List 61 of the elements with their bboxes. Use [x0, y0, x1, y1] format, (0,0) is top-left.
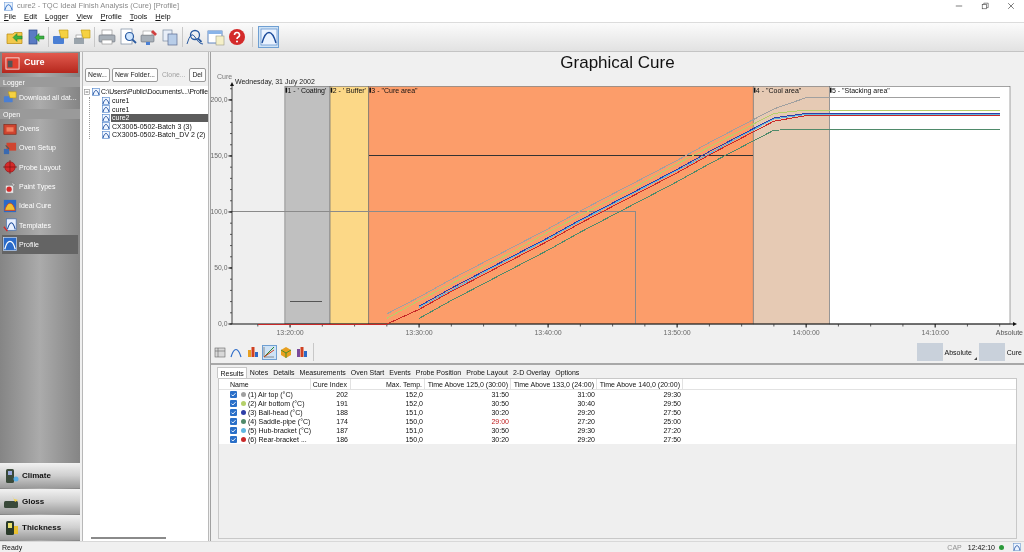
checkbox[interactable] [230, 427, 237, 434]
device-printer-icon [72, 28, 91, 46]
oven-tool-icon [3, 140, 17, 155]
curve-icon [1013, 543, 1021, 551]
restore-icon [981, 2, 989, 10]
checkbox[interactable] [230, 391, 237, 398]
module-button[interactable]: Thickness [0, 515, 80, 540]
logger-device-icon [51, 28, 70, 46]
window-document-icon [206, 28, 225, 46]
collapse-toggle-icon[interactable] [84, 89, 90, 96]
chart-tool-button[interactable] [294, 344, 310, 360]
copy-icon [160, 28, 179, 46]
magnifier-document-icon [118, 28, 137, 46]
app-curve-icon [4, 1, 13, 11]
blank-swatch-icon [916, 343, 943, 361]
crosshair-target-icon [3, 160, 17, 175]
corner-triangle-icon [973, 357, 977, 360]
grid-table-icon [213, 346, 226, 358]
toolbar-button[interactable] [226, 26, 247, 48]
close-icon [1007, 2, 1015, 10]
threshold-line [289, 301, 323, 303]
chart-tool-button[interactable] [245, 344, 260, 360]
chart-tool-button[interactable] [261, 344, 277, 360]
checkbox[interactable] [230, 409, 237, 416]
chart-title: Graphical Cure [560, 54, 675, 71]
toolbar-button[interactable] [25, 26, 46, 48]
template-curve-icon [3, 218, 17, 233]
zone-marker-icon [285, 87, 288, 93]
chart-tool-button[interactable] [278, 344, 293, 360]
printer-icon [97, 28, 116, 46]
line-chart-icon [263, 346, 275, 358]
minimize-icon [955, 2, 963, 10]
help-icon [227, 28, 246, 46]
curve-document-icon [92, 88, 100, 97]
module-header-button[interactable]: Cure [2, 53, 78, 73]
checkbox[interactable] [230, 400, 237, 407]
thickness-gauge-icon [3, 519, 19, 536]
scrollbar-thumb[interactable] [91, 537, 166, 539]
door-arrow-icon [26, 28, 45, 46]
curve-icon [230, 346, 242, 358]
checkbox[interactable] [230, 436, 237, 443]
printer-tool-icon [139, 28, 158, 46]
module-button[interactable]: Climate [0, 463, 80, 488]
handheld-meter-icon [3, 467, 19, 484]
magnifier-curve-icon [185, 28, 204, 46]
logger-device-icon [3, 90, 17, 104]
chart-tool-button[interactable] [212, 344, 227, 360]
oven-icon [3, 121, 17, 136]
bar-chart-icon [246, 346, 259, 358]
curve-icon [259, 28, 278, 46]
cube-icon [279, 346, 292, 358]
paint-can-icon [3, 179, 17, 194]
cure-module-icon [5, 55, 20, 71]
stacked-bar-icon [296, 346, 308, 358]
blank-swatch-icon [978, 343, 1005, 361]
toolbar-button[interactable] [117, 26, 138, 48]
checkbox[interactable] [230, 418, 237, 425]
curve-icon [3, 237, 17, 252]
toolbar-button[interactable] [258, 26, 279, 48]
module-button[interactable]: Gloss [0, 489, 80, 514]
curve-chart-icon [3, 198, 17, 213]
